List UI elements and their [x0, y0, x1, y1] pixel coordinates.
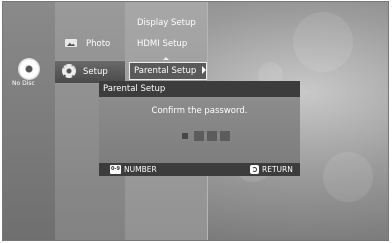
menu-item-label: Photo — [86, 39, 111, 49]
submenu-item-display-setup[interactable]: Display Setup — [137, 18, 196, 28]
scroll-up-icon[interactable] — [163, 57, 169, 60]
submenu-item-parental-setup[interactable]: Parental Setup — [129, 62, 207, 80]
password-digit-box[interactable] — [220, 131, 230, 141]
chevron-right-icon — [202, 66, 206, 74]
password-digit-box[interactable] — [194, 131, 204, 141]
background-bokeh — [293, 12, 353, 72]
dialog-message: Confirm the password. — [151, 106, 248, 116]
return-icon[interactable] — [250, 165, 259, 174]
return-hint[interactable]: RETURN — [262, 165, 293, 174]
gear-icon — [62, 64, 76, 78]
photo-icon — [65, 39, 77, 47]
dialog-footer: 0-9 NUMBER RETURN — [99, 163, 300, 176]
menu-item-label: Setup — [83, 67, 108, 77]
password-dialog: Parental Setup Confirm the password. 0-9… — [99, 81, 300, 176]
disc-status-label: No Disc — [12, 80, 35, 87]
number-keys-icon: 0-9 — [110, 165, 121, 174]
password-digit-cursor[interactable] — [182, 133, 188, 139]
password-digit-box[interactable] — [207, 131, 217, 141]
number-hint: NUMBER — [124, 165, 157, 174]
dialog-body: Confirm the password. — [99, 97, 300, 163]
background-bokeh — [323, 152, 373, 202]
dialog-title: Parental Setup — [99, 81, 300, 97]
disc-icon — [18, 58, 40, 80]
status-panel — [3, 2, 56, 240]
menu-item-photo[interactable]: Photo — [59, 34, 119, 54]
submenu-item-hdmi-setup[interactable]: HDMI Setup — [137, 39, 187, 49]
tv-screen: No Disc Photo Setup Display Setup HDMI S… — [2, 1, 389, 241]
